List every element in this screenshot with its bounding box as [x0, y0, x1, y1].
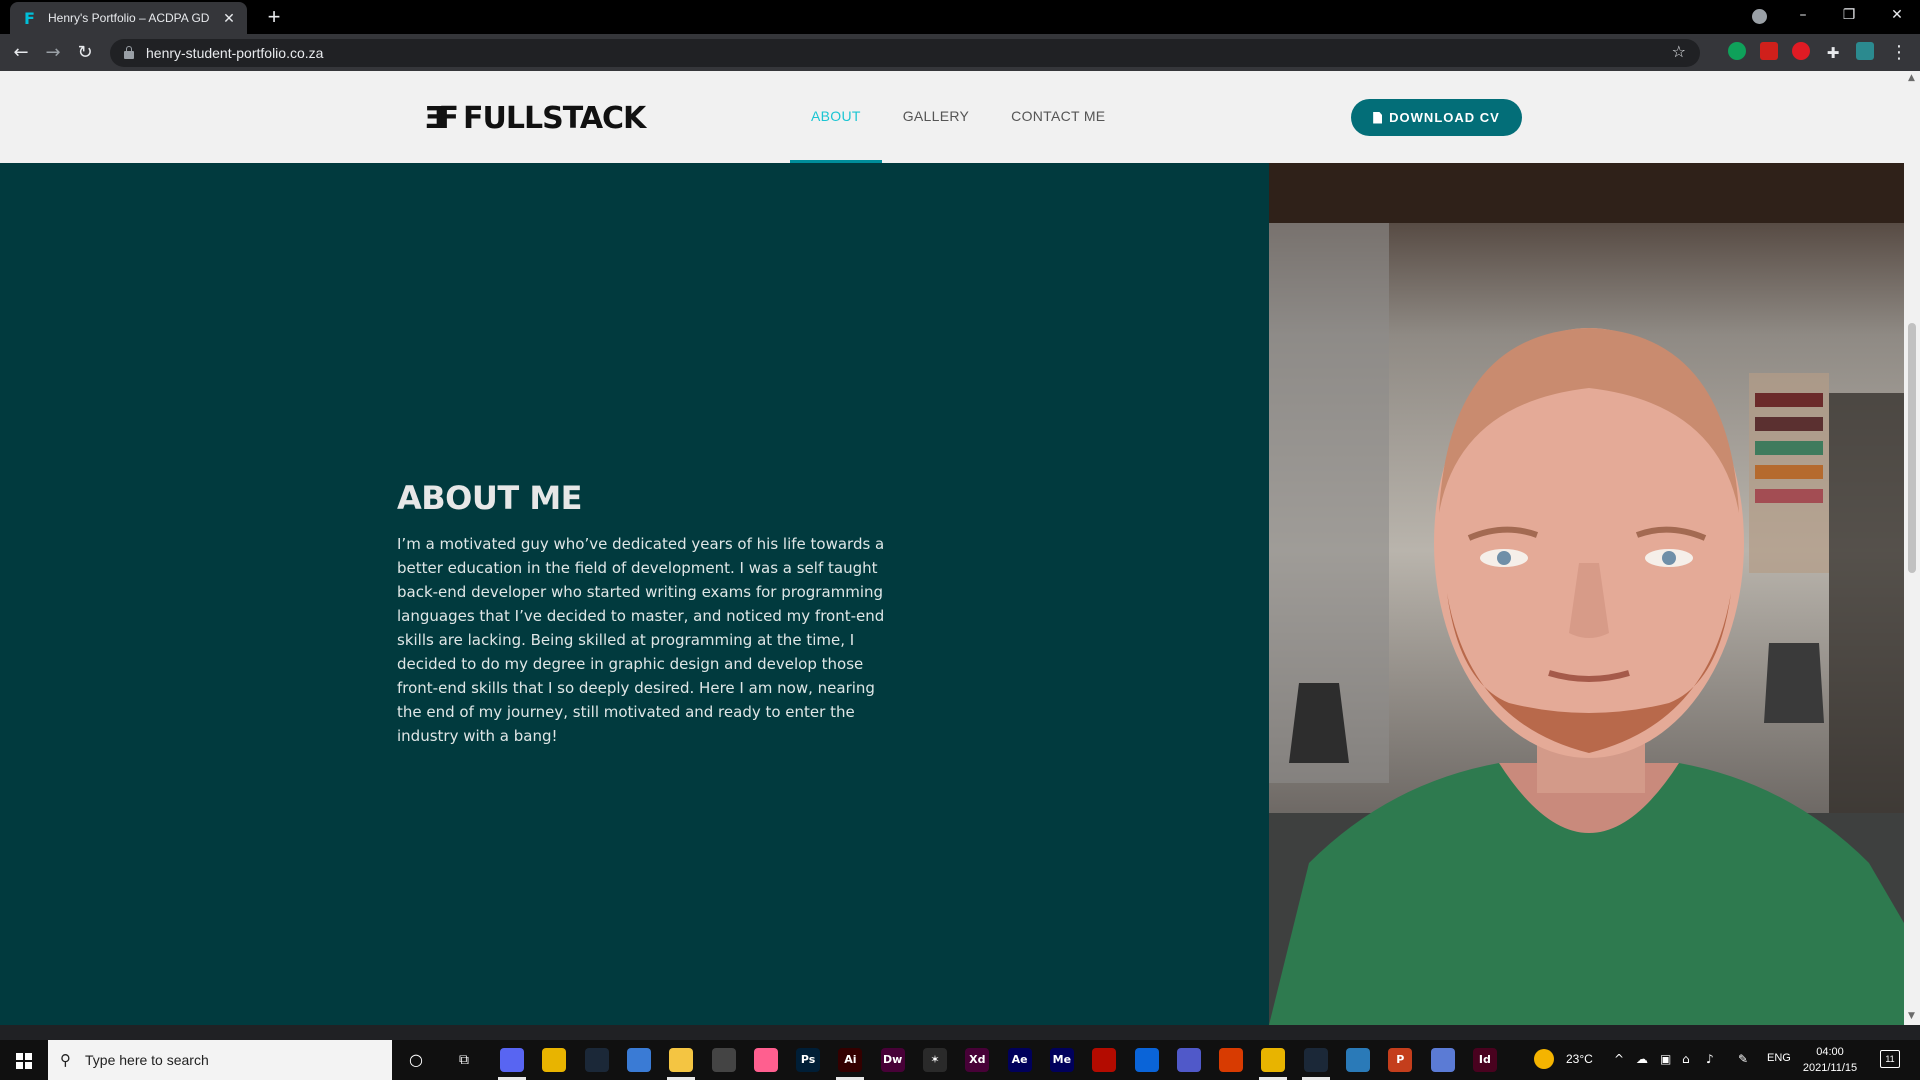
illustrator-icon[interactable]: Ai: [838, 1048, 863, 1072]
language-indicator[interactable]: ENG: [1767, 1052, 1791, 1064]
tab-title: Henry's Portfolio – ACDPA GD M: [48, 11, 213, 25]
nav-item-gallery[interactable]: GALLERY: [882, 71, 990, 163]
photos-icon[interactable]: [1346, 1048, 1370, 1072]
photoshop-icon[interactable]: Ps: [796, 1048, 821, 1072]
new-tab-button[interactable]: +: [260, 4, 288, 30]
download-cv-label: DOWNLOAD CV: [1389, 110, 1500, 125]
extension-icon[interactable]: [1856, 42, 1874, 60]
site-header: ƎF FULLSTACK ABOUT GALLERY CONTACT ME DO…: [0, 71, 1904, 163]
weather-icon[interactable]: [1534, 1049, 1554, 1069]
close-tab-icon[interactable]: ✕: [221, 10, 237, 27]
about-paragraph: I’m a motivated guy who’ve dedicated yea…: [397, 535, 885, 745]
browser-toolbar: ← → ↻ henry-student-portfolio.co.za ☆ ✚ …: [0, 34, 1920, 71]
taskbar-search[interactable]: ⚲ Type here to search: [48, 1040, 392, 1080]
file-explorer-icon[interactable]: [669, 1048, 694, 1072]
bookmark-star-icon[interactable]: ☆: [1672, 42, 1686, 61]
system-clock[interactable]: 04:00 2021/11/15: [1790, 1044, 1870, 1076]
about-heading: ABOUT ME: [397, 479, 583, 517]
acrobat-icon[interactable]: [1092, 1048, 1117, 1072]
document-icon: [1373, 111, 1383, 124]
acrobat-extension-icon[interactable]: [1760, 42, 1778, 60]
extension-icon[interactable]: [1792, 42, 1810, 60]
pen-icon[interactable]: ✎: [1738, 1052, 1748, 1066]
windows-logo-icon: [16, 1053, 32, 1069]
forward-button[interactable]: →: [40, 40, 66, 66]
logo-text: FULLSTACK: [463, 100, 646, 136]
indesign-icon[interactable]: Id: [1472, 1048, 1497, 1072]
address-bar[interactable]: henry-student-portfolio.co.za ☆: [110, 39, 1700, 67]
network-icon[interactable]: ⌂: [1682, 1052, 1690, 1066]
site-favicon-icon: F: [24, 8, 35, 28]
logo-mark-icon: ƎF: [424, 100, 459, 136]
after-effects-icon[interactable]: Ae: [1007, 1048, 1032, 1072]
lock-icon: [124, 46, 134, 59]
discord-icon[interactable]: [500, 1048, 524, 1072]
app-icon[interactable]: [753, 1048, 778, 1072]
search-placeholder: Type here to search: [85, 1052, 209, 1068]
tray-chevron-icon[interactable]: ^: [1614, 1052, 1624, 1066]
media-encoder-icon[interactable]: Me: [1049, 1048, 1074, 1072]
url-text: henry-student-portfolio.co.za: [146, 45, 324, 61]
app-icon[interactable]: [711, 1048, 736, 1072]
clock-time: 04:00: [1816, 1046, 1844, 1058]
browser-menu-icon[interactable]: ⋮: [1886, 40, 1912, 66]
cortana-icon[interactable]: ○: [404, 1048, 428, 1072]
steam-icon[interactable]: [1303, 1048, 1328, 1072]
page-viewport: ƎF FULLSTACK ABOUT GALLERY CONTACT ME DO…: [0, 71, 1920, 1025]
chrome-icon[interactable]: [542, 1048, 567, 1072]
vertical-scrollbar[interactable]: ▲ ▼: [1904, 71, 1920, 1025]
main-nav: ABOUT GALLERY CONTACT ME: [790, 71, 1126, 163]
chrome-icon[interactable]: [1261, 1048, 1286, 1072]
back-button[interactable]: ←: [8, 40, 34, 66]
dreamweaver-icon[interactable]: Dw: [880, 1048, 905, 1072]
mail-icon[interactable]: [1134, 1048, 1159, 1072]
scroll-up-icon[interactable]: ▲: [1908, 73, 1915, 83]
portrait-illustration: [1269, 163, 1904, 1025]
volume-icon[interactable]: ♪: [1706, 1052, 1714, 1066]
app-icon[interactable]: [1430, 1048, 1455, 1072]
office-icon[interactable]: [1219, 1048, 1244, 1072]
reload-button[interactable]: ↻: [72, 40, 98, 66]
steam-icon[interactable]: [584, 1048, 609, 1072]
task-view-icon[interactable]: ⧉: [452, 1048, 476, 1072]
grammarly-extension-icon[interactable]: [1728, 42, 1746, 60]
minimize-window-button[interactable]: –: [1780, 0, 1826, 30]
about-section: ABOUT ME I’m a motivated guy who’ve dedi…: [0, 163, 1269, 1025]
app-icon[interactable]: ✶: [923, 1048, 947, 1072]
browser-tabstrip: F Henry's Portfolio – ACDPA GD M ✕ + – ❐…: [0, 0, 1920, 34]
clock-date: 2021/11/15: [1802, 1062, 1858, 1074]
teams-icon[interactable]: [1176, 1048, 1201, 1072]
profile-avatar-icon[interactable]: [1752, 9, 1767, 24]
scroll-down-icon[interactable]: ▼: [1908, 1011, 1915, 1021]
close-window-button[interactable]: ✕: [1874, 0, 1920, 30]
vertical-scroll-thumb[interactable]: [1908, 323, 1916, 573]
weather-text[interactable]: 23°C: [1566, 1052, 1593, 1066]
powerpoint-icon[interactable]: P: [1388, 1048, 1413, 1072]
extensions-puzzle-icon[interactable]: ✚: [1820, 40, 1846, 66]
nav-item-contact[interactable]: CONTACT ME: [990, 71, 1126, 163]
windows-taskbar: ⚲ Type here to search ○ ⧉ Ps Ai Dw ✶ Xd Ae Me P…: [0, 1040, 1920, 1080]
start-button[interactable]: [0, 1040, 48, 1080]
restore-window-button[interactable]: ❐: [1826, 0, 1872, 30]
download-cv-button[interactable]: DOWNLOAD CV: [1351, 99, 1522, 136]
notification-center-icon[interactable]: 11: [1880, 1050, 1900, 1068]
profile-photo: [1269, 163, 1904, 1025]
onedrive-icon[interactable]: ☁: [1636, 1052, 1648, 1066]
search-icon: ⚲: [60, 1051, 71, 1069]
site-logo[interactable]: ƎF FULLSTACK: [424, 100, 646, 136]
app-icon[interactable]: [626, 1048, 651, 1072]
nav-item-about[interactable]: ABOUT: [790, 71, 882, 163]
browser-tab[interactable]: F Henry's Portfolio – ACDPA GD M ✕: [10, 2, 247, 34]
xd-icon[interactable]: Xd: [965, 1048, 990, 1072]
tray-app-icon[interactable]: ▣: [1660, 1052, 1671, 1066]
